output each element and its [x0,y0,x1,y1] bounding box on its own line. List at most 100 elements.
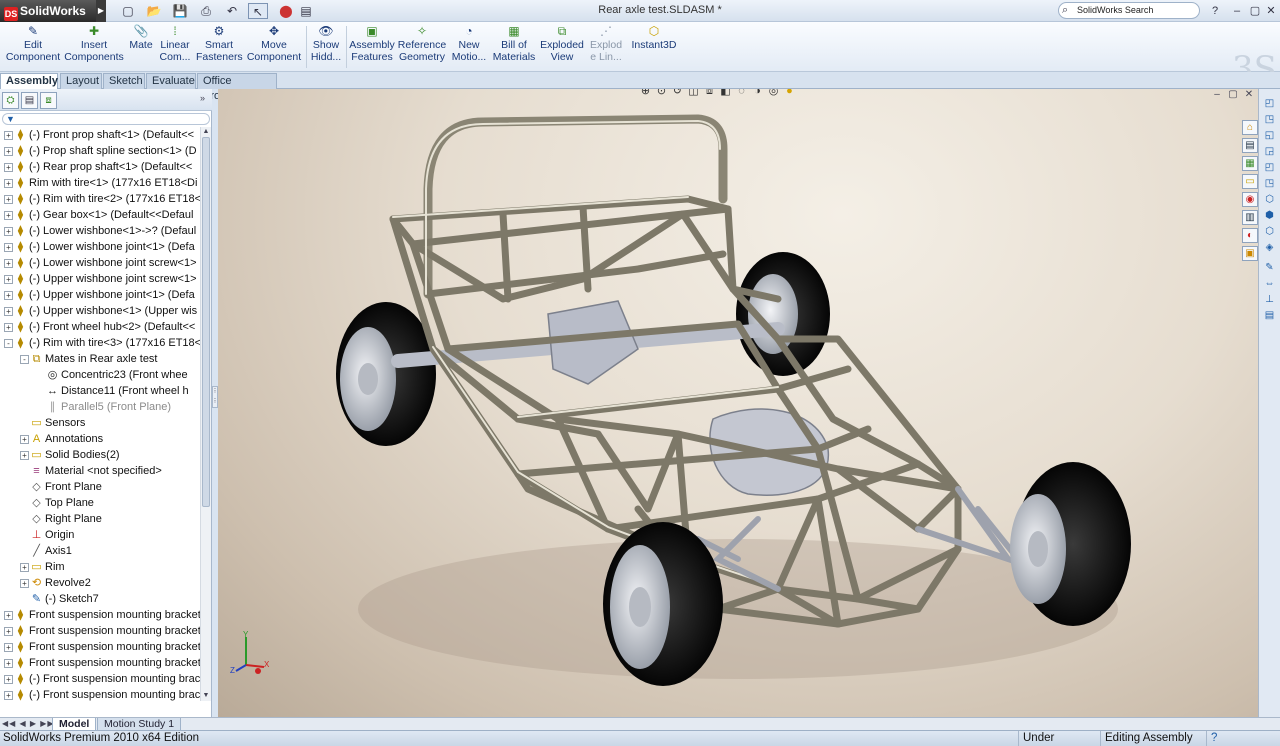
tree-item[interactable]: + ▭ Solid Bodies(2) [0,447,200,463]
dimetric-view-icon[interactable]: ⬡ [1262,225,1277,239]
minimize-icon[interactable]: – [1228,3,1246,19]
expand-icon[interactable]: + [4,659,13,668]
graphics-area[interactable]: ⊕ ⊙ ↺ ◫ ⧈ ◧ ◌ ◑ ◎ ● – ▢ ✕ Y X Z [218,89,1258,717]
tab-sketch[interactable]: Sketch [103,73,145,89]
tree-item[interactable]: + ▭ Rim [0,559,200,575]
scroll-up-icon[interactable]: ▲ [201,127,211,137]
expand-icon[interactable]: + [4,323,13,332]
tree-item[interactable]: ◇ Right Plane [0,511,200,527]
save-icon[interactable]: 💾 [170,3,190,19]
reference-geometry-button[interactable]: ✧ Reference Geometry [396,24,448,70]
scroll-thumb[interactable] [202,137,210,507]
tree-item[interactable]: + ⧫ (-) Prop shaft spline section<1> (D [0,143,200,159]
bottom-view-icon[interactable]: ◳ [1262,177,1277,191]
relations-tool-icon[interactable]: ⊥ [1262,293,1277,307]
tab-evaluate[interactable]: Evaluate [146,73,196,89]
tree-item[interactable]: ◇ Top Plane [0,495,200,511]
tree-item[interactable]: + ⟲ Revolve2 [0,575,200,591]
expand-icon[interactable]: + [20,563,29,572]
tab-office-products[interactable]: Office Products [197,73,277,102]
tree-item[interactable]: + A Annotations [0,431,200,447]
normal-to-icon[interactable]: ◈ [1262,241,1277,255]
expand-icon[interactable]: + [4,163,13,172]
expand-icon[interactable]: + [20,451,29,460]
expand-icon[interactable]: + [4,691,13,700]
rebuild-icon[interactable]: ⬤ [276,3,296,19]
bill-of-materials-button[interactable]: ▦ Bill of Materials [490,24,538,70]
insert-components-button[interactable]: ✚ Insert Components [62,24,126,70]
tree-item[interactable]: ∥ Parallel5 (Front Plane) [0,399,200,415]
tree-item[interactable]: + ⧫ (-) Rear prop shaft<1> (Default<< [0,159,200,175]
expand-icon[interactable]: + [4,131,13,140]
tree-item[interactable]: ≡ Material <not specified> [0,463,200,479]
move-component-button[interactable]: ✥ Move Component [244,24,304,70]
rear-right-wheel[interactable] [736,252,830,376]
custom-properties-icon[interactable]: ▣ [1242,246,1258,261]
show-hidden-components-button[interactable]: 👁 Show Hidd... [308,24,344,70]
tree-item[interactable]: + ⧫ (-) Lower wishbone joint screw<1> [0,255,200,271]
expand-icon[interactable]: + [4,275,13,284]
tree-item[interactable]: - ⧉ Mates in Rear axle test [0,351,200,367]
tree-item[interactable]: + ⧫ (-) Front prop shaft<1> (Default<< [0,127,200,143]
options-icon[interactable]: ▤ [296,3,316,19]
property-manager-tab-icon[interactable]: ▤ [21,92,38,109]
expand-icon[interactable]: + [4,643,13,652]
expand-icon[interactable]: + [4,179,13,188]
tree-item[interactable]: + ⧫ Front suspension mounting bracket [0,607,200,623]
expand-icon[interactable]: + [20,435,29,444]
linear-component-pattern-button[interactable]: ⁞ Linear Com... [156,24,194,70]
expand-icon[interactable]: + [4,211,13,220]
expand-icon[interactable]: + [4,675,13,684]
expand-icon[interactable]: + [4,259,13,268]
search-input[interactable]: ⌕ SolidWorks Search [1058,2,1200,19]
dimension-tool-icon[interactable]: ⇔ [1262,277,1277,291]
tree-item[interactable]: + ⧫ (-) Upper wishbone<1> (Upper wis [0,303,200,319]
tree-item[interactable]: + ⧫ (-) Front suspension mounting brac [0,671,200,687]
isometric-view-icon[interactable]: ⬡ [1262,193,1277,207]
tree-item[interactable]: + ⧫ Front suspension mounting bracket [0,639,200,655]
collapse-icon[interactable]: - [4,339,13,348]
tree-item[interactable]: + ⧫ (-) Lower wishbone<1>->? (Defaul [0,223,200,239]
front-view-icon[interactable]: ◰ [1262,97,1277,111]
macro-tool-icon[interactable]: ▤ [1262,309,1277,323]
expand-icon[interactable]: + [4,243,13,252]
instant3d-button[interactable]: ⬡ Instant3D [628,24,680,70]
menu-expand-icon[interactable]: ▶ [96,0,106,22]
tree-item[interactable]: - ⧫ (-) Rim with tire<3> (177x16 ET18< [0,335,200,351]
tab-scroll-arrows-icon[interactable]: ◀◀ ◀ ▶ ▶▶ [2,719,55,728]
select-arrow-icon[interactable]: ↖ [248,3,268,19]
expand-icon[interactable]: + [4,195,13,204]
status-help-icon[interactable]: ? [1206,731,1280,746]
expand-icon[interactable]: + [4,307,13,316]
exploded-view-button[interactable]: ⧉ Exploded View [538,24,586,70]
expand-icon[interactable]: + [4,291,13,300]
expand-icon[interactable]: + [4,147,13,156]
tree-item[interactable]: + ⧫ Front suspension mounting bracket [0,655,200,671]
assembly-features-button[interactable]: ▣ Assembly Features [348,24,396,70]
tab-layout[interactable]: Layout [60,73,102,89]
sketch-tool-icon[interactable]: ✎ [1262,261,1277,275]
expand-icon[interactable]: + [4,611,13,620]
design-library-icon[interactable]: ▤ [1242,138,1258,153]
view-palette-icon[interactable]: ◉ [1242,192,1258,207]
new-document-icon[interactable]: ▢ [118,3,138,19]
feature-tree-tab-icon[interactable]: ⛭ [2,92,19,109]
tree-filter-input[interactable]: ▼ [2,113,210,125]
tree-item[interactable]: ◎ Concentric23 (Front whee [0,367,200,383]
expand-panel-icon[interactable]: » [200,93,205,103]
tree-item[interactable]: + ⧫ Rim with tire<1> (177x16 ET18<Di [0,175,200,191]
smart-fasteners-button[interactable]: ⚙ Smart Fasteners [196,24,243,70]
trimetric-view-icon[interactable]: ⬢ [1262,209,1277,223]
close-icon[interactable]: ✕ [1262,3,1280,19]
front-left-wheel[interactable] [603,522,723,686]
rear-left-wheel[interactable] [336,302,436,446]
tree-item[interactable]: ✎ (-) Sketch7 [0,591,200,607]
tree-item[interactable]: + ⧫ (-) Front suspension mounting brac [0,687,200,701]
configuration-manager-tab-icon[interactable]: ⧈ [40,92,57,109]
back-view-icon[interactable]: ◳ [1262,113,1277,127]
solidworks-menu-button[interactable]: DS SolidWorks [0,0,96,22]
open-icon[interactable]: 📂 [144,3,164,19]
tree-item[interactable]: + ⧫ (-) Rim with tire<2> (177x16 ET18< [0,191,200,207]
tab-assembly[interactable]: Assembly [0,73,58,90]
tree-item[interactable]: ▭ Sensors [0,415,200,431]
